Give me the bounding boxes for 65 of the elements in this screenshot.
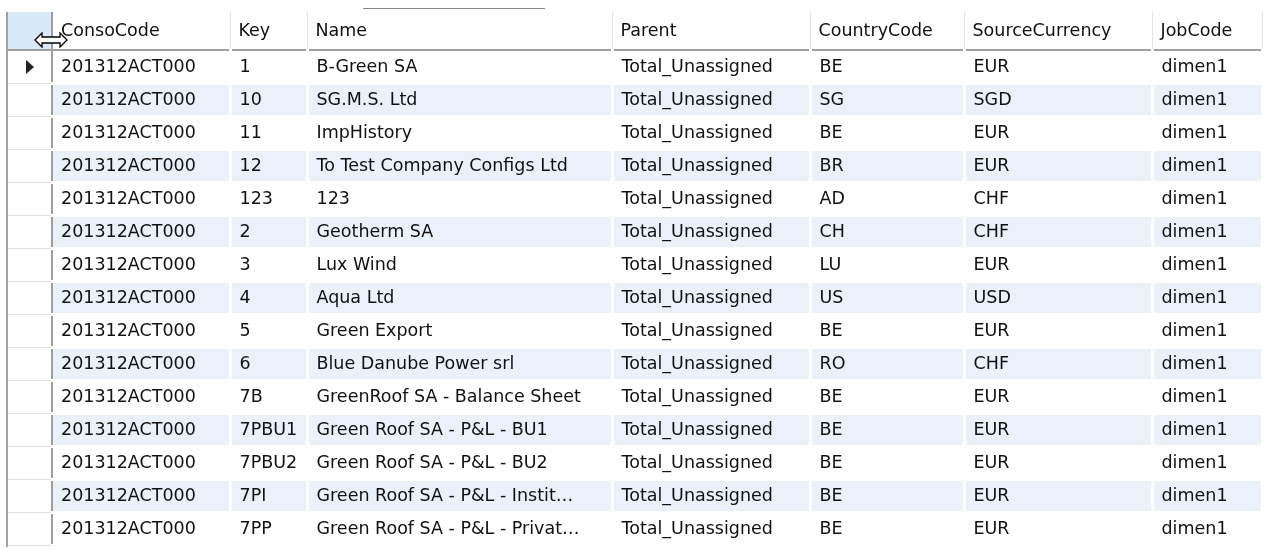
table-cell: Total_Unassigned (612, 512, 810, 545)
table-cell: Total_Unassigned (612, 479, 810, 512)
table-cell: 201312ACT000 (52, 149, 230, 182)
table-cell: 10 (230, 83, 307, 116)
table-cell: 7PI (230, 479, 307, 512)
row-header[interactable] (8, 50, 52, 83)
column-header[interactable]: Parent (612, 12, 810, 50)
table-cell: EUR (964, 479, 1152, 512)
table-cell: dimen1 (1152, 413, 1263, 446)
table-cell: 201312ACT000 (52, 83, 230, 116)
table-cell: dimen1 (1152, 215, 1263, 248)
table-cell: Green Roof SA - P&L - Instit… (307, 479, 612, 512)
table-cell: RO (810, 347, 964, 380)
table-cell: 201312ACT000 (52, 281, 230, 314)
column-header[interactable]: JobCode (1152, 12, 1263, 50)
select-all-cell[interactable] (8, 12, 52, 50)
column-header[interactable]: SourceCurrency (964, 12, 1152, 50)
table-cell: Total_Unassigned (612, 347, 810, 380)
table-cell: EUR (964, 512, 1152, 545)
table-cell: SG (810, 83, 964, 116)
table-cell: Total_Unassigned (612, 83, 810, 116)
table-cell: Total_Unassigned (612, 215, 810, 248)
table-cell: 201312ACT000 (52, 479, 230, 512)
table-cell: 4 (230, 281, 307, 314)
table-cell: USD (964, 281, 1152, 314)
table-cell: Total_Unassigned (612, 413, 810, 446)
column-header[interactable]: Name (307, 12, 612, 50)
table-cell: Geotherm SA (307, 215, 612, 248)
table-cell: CHF (964, 347, 1152, 380)
table-cell: 6 (230, 347, 307, 380)
table-cell: 201312ACT000 (52, 512, 230, 545)
table-cell: dimen1 (1152, 512, 1263, 545)
table-cell: US (810, 281, 964, 314)
table-cell: SGD (964, 83, 1152, 116)
table-cell: CH (810, 215, 964, 248)
table-cell: EUR (964, 149, 1152, 182)
table-cell: Total_Unassigned (612, 281, 810, 314)
table-cell: Blue Danube Power srl (307, 347, 612, 380)
table-cell: dimen1 (1152, 149, 1263, 182)
table-cell: BR (810, 149, 964, 182)
table-cell: BE (810, 479, 964, 512)
table-cell: To Test Company Configs Ltd (307, 149, 612, 182)
table-cell: EUR (964, 413, 1152, 446)
table-cell: CHF (964, 215, 1152, 248)
column-header[interactable]: Key (230, 12, 307, 50)
table-cell: BE (810, 413, 964, 446)
table-cell: 7PBU1 (230, 413, 307, 446)
column-header[interactable]: CountryCode (810, 12, 964, 50)
table-cell: dimen1 (1152, 479, 1263, 512)
current-row-icon (25, 59, 34, 74)
table-cell: 201312ACT000 (52, 347, 230, 380)
table-cell: Green Roof SA - P&L - Privat… (307, 512, 612, 545)
table-cell: 7PP (230, 512, 307, 545)
table-cell: Total_Unassigned (612, 149, 810, 182)
table-cell: 12 (230, 149, 307, 182)
table-cell: BE (810, 512, 964, 545)
table-cell: 201312ACT000 (52, 413, 230, 446)
table-cell: dimen1 (1152, 281, 1263, 314)
table-cell: 2 (230, 215, 307, 248)
table-cell: Aqua Ltd (307, 281, 612, 314)
table-cell: dimen1 (1152, 347, 1263, 380)
table-cell: 201312ACT000 (52, 215, 230, 248)
table-cell: SG.M.S. Ltd (307, 83, 612, 116)
table-cell: dimen1 (1152, 83, 1263, 116)
table-cell: Green Roof SA - P&L - BU1 (307, 413, 612, 446)
